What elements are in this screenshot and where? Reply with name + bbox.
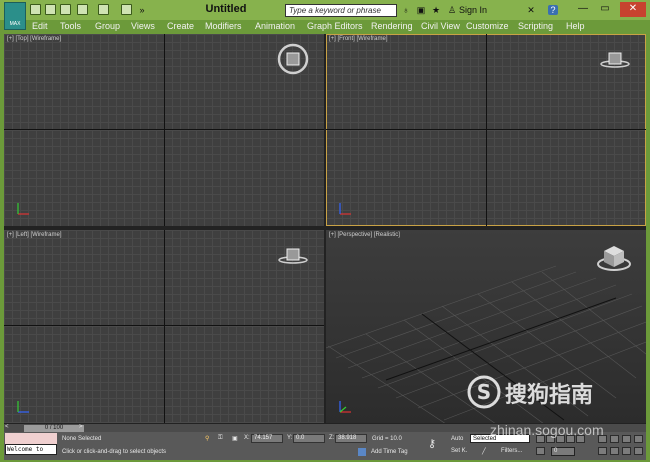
viewport-perspective-label[interactable]: [+] [Perspective] [Realistic] — [329, 232, 400, 238]
menu-animation[interactable]: Animation — [255, 21, 295, 31]
viewport-top-label[interactable]: [+] [Top] [Wireframe] — [7, 36, 61, 42]
user-icon: ♙ — [447, 5, 457, 15]
axis-tripod-icon — [17, 203, 29, 215]
viewcube-front-icon[interactable] — [598, 48, 632, 72]
menu-graph-editors[interactable]: Graph Editors — [307, 21, 363, 31]
undo-icon[interactable] — [77, 4, 88, 15]
key-mode-icon[interactable] — [536, 447, 545, 455]
y-coord-label: Y: — [287, 435, 293, 441]
binoculars-icon[interactable]: ♁ — [401, 5, 411, 15]
menu-views[interactable]: Views — [131, 21, 155, 31]
sign-in-button[interactable]: Sign In — [459, 5, 487, 15]
viewcube-perspective-icon[interactable] — [594, 240, 634, 276]
menu-modifiers[interactable]: Modifiers — [205, 21, 242, 31]
new-file-icon[interactable] — [30, 4, 41, 15]
maximize-viewport-icon[interactable] — [634, 447, 643, 455]
viewport-front[interactable]: [+] [Front] [Wireframe] — [326, 34, 646, 226]
x-coord-field[interactable]: 74.157 — [251, 434, 283, 443]
maximize-button[interactable]: ▭ — [594, 2, 616, 17]
add-time-tag-button[interactable]: Add Time Tag — [371, 449, 408, 455]
field-of-view-icon[interactable] — [598, 447, 607, 455]
app-logo-text: MAX — [9, 21, 21, 27]
selection-lock-icon[interactable]: ⚿ — [218, 435, 223, 442]
key-icon[interactable]: ⚷ — [428, 437, 436, 450]
zoom-extents-icon[interactable] — [622, 435, 631, 443]
menu-tools[interactable]: Tools — [60, 21, 81, 31]
axis-tripod-icon — [17, 401, 29, 413]
viewcube-top-icon[interactable] — [276, 42, 310, 76]
x-coord-label: X: — [244, 435, 250, 441]
project-folder-icon[interactable] — [121, 4, 132, 15]
sogou-logo-letter: S — [477, 380, 491, 404]
menu-create[interactable]: Create — [167, 21, 194, 31]
minimize-button[interactable]: — — [572, 2, 594, 17]
key-filters-button[interactable]: Filters... — [501, 448, 522, 454]
viewport-top[interactable]: [+] [Top] [Wireframe] — [4, 34, 324, 226]
menu-scripting[interactable]: Scripting — [518, 21, 553, 31]
zoom-extents-all-icon[interactable] — [634, 435, 643, 443]
viewcube-left-icon[interactable] — [276, 244, 310, 268]
menu-help[interactable]: Help — [566, 21, 585, 31]
save-file-icon[interactable] — [60, 4, 71, 15]
absolute-mode-icon[interactable]: ▣ — [232, 435, 238, 442]
menu-civil-view[interactable]: Civil View — [421, 21, 460, 31]
sogou-logo-icon: S — [467, 375, 501, 409]
help-button[interactable]: ? — [548, 5, 558, 15]
zoom-all-icon[interactable] — [610, 435, 619, 443]
axis-tripod-icon — [339, 203, 351, 215]
viewport-left[interactable]: [+] [Left] [Wireframe] — [4, 230, 324, 424]
menu-bar: Edit Tools Group Views Create Modifiers … — [26, 20, 646, 33]
maxscript-listener-input[interactable]: Welcome to — [5, 444, 57, 455]
watermark-text: 搜狗指南 — [505, 383, 594, 408]
close-button[interactable]: ✕ — [620, 2, 646, 17]
set-key-button[interactable]: Set K. — [451, 448, 467, 454]
redo-icon[interactable] — [98, 4, 109, 15]
prompt-line: Click or click-and-drag to select object… — [62, 449, 167, 455]
grid-size: Grid = 10.0 — [372, 436, 402, 442]
open-file-icon[interactable] — [45, 4, 56, 15]
pan-view-icon[interactable] — [610, 447, 619, 455]
menu-customize[interactable]: Customize — [466, 21, 509, 31]
selection-status: None Selected — [62, 436, 102, 442]
orbit-icon[interactable] — [622, 447, 631, 455]
axis-tripod-icon — [339, 401, 351, 413]
curve-icon[interactable]: ╱ — [482, 448, 486, 455]
time-slider[interactable]: 0 / 100 — [24, 425, 84, 432]
z-coord-field[interactable]: 38.918 — [335, 434, 367, 443]
maxscript-listener-top[interactable] — [5, 433, 57, 444]
z-coord-label: Z: — [329, 435, 335, 441]
viewport-left-label[interactable]: [+] [Left] [Wireframe] — [7, 232, 62, 238]
viewport-front-label[interactable]: [+] [Front] [Wireframe] — [329, 36, 388, 42]
time-tag-icon[interactable] — [358, 448, 366, 456]
title-bar: MAX » Untitled Type a keyword or phrase … — [0, 0, 650, 30]
more-tools-icon[interactable]: » — [137, 5, 147, 15]
viewport-area: [+] [Top] [Wireframe] [+] [Front] [Wiref… — [4, 34, 646, 424]
auto-key-button[interactable]: Auto — [451, 436, 463, 442]
menu-group[interactable]: Group — [95, 21, 120, 31]
watermark-url: zhinan.sogou.com — [490, 422, 604, 438]
timeline-prev-icon[interactable]: < — [5, 424, 9, 430]
favorites-icon[interactable]: ★ — [431, 5, 441, 15]
menu-edit[interactable]: Edit — [32, 21, 48, 31]
search-input[interactable]: Type a keyword or phrase — [285, 4, 397, 17]
subscription-icon[interactable]: ▣ — [416, 5, 426, 15]
timeline-next-icon[interactable]: > — [79, 424, 83, 430]
current-frame-field[interactable]: 0 — [551, 447, 575, 456]
app-menu-button[interactable]: MAX — [4, 2, 26, 30]
menu-rendering[interactable]: Rendering — [371, 21, 413, 31]
window-title: Untitled — [205, 3, 247, 15]
exchange-icon[interactable]: ✕ — [526, 5, 536, 15]
y-coord-field[interactable]: 0.0 — [293, 434, 325, 443]
isolate-icon[interactable]: ⚲ — [205, 435, 209, 442]
watermark: S 搜狗指南 — [467, 375, 635, 410]
